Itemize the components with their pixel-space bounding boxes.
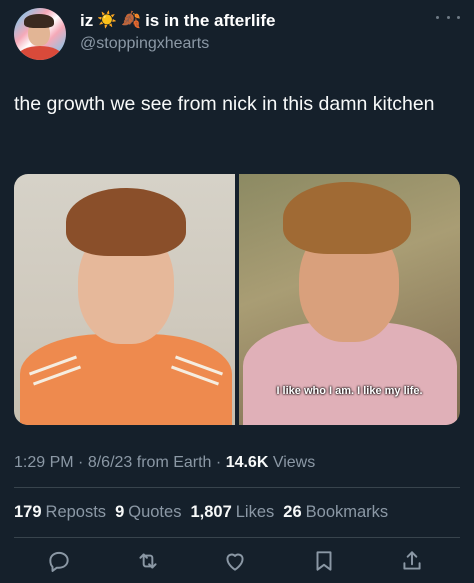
reposts-count: 179 xyxy=(14,503,42,521)
tweet-media[interactable]: I like who I am. I like my life. xyxy=(14,174,460,425)
divider xyxy=(14,487,460,488)
left-shirt xyxy=(20,334,232,425)
likes-stat[interactable]: 1,807 Likes xyxy=(190,503,274,522)
display-name-line[interactable]: iz ☀️ 🍂 is in the afterlife xyxy=(80,10,275,32)
quotes-label: Quotes xyxy=(128,503,182,521)
views-label: Views xyxy=(272,454,316,471)
bookmarks-count: 26 xyxy=(283,503,302,521)
share-icon[interactable] xyxy=(399,548,425,574)
quotes-count: 9 xyxy=(115,503,125,521)
reply-icon[interactable] xyxy=(46,548,72,574)
repost-icon[interactable] xyxy=(135,548,161,574)
bookmark-icon[interactable] xyxy=(311,548,337,574)
likes-count: 1,807 xyxy=(190,503,232,521)
display-name[interactable]: iz xyxy=(80,11,93,31)
tweet-meta: 1:29 PM · 8/6/23 from Earth · 14.6K View… xyxy=(14,454,316,471)
avatar[interactable] xyxy=(14,8,66,60)
likes-label: Likes xyxy=(235,503,275,521)
leaf-emoji: 🍂 xyxy=(121,12,142,29)
user-handle[interactable]: @stoppingxhearts xyxy=(80,35,209,53)
reposts-stat[interactable]: 179 Reposts xyxy=(14,503,106,522)
bookmarks-stat[interactable]: 26 Bookmarks xyxy=(283,503,388,522)
reposts-label: Reposts xyxy=(45,503,107,521)
media-caption: I like who I am. I like my life. xyxy=(276,385,423,397)
left-hair xyxy=(66,188,186,256)
bookmarks-label: Bookmarks xyxy=(305,503,389,521)
like-icon[interactable] xyxy=(222,548,248,574)
more-horizontal-icon[interactable] xyxy=(436,10,460,24)
engagement-stats: 179 Reposts 9 Quotes 1,807 Likes 26 Bookmark… xyxy=(14,503,388,522)
action-bar xyxy=(0,548,474,580)
quotes-stat[interactable]: 9 Quotes xyxy=(115,503,181,522)
status-text: is in the afterlife xyxy=(145,11,276,30)
avatar-shirt xyxy=(18,46,62,60)
tweet-card: iz ☀️ 🍂 is in the afterlife @stoppingxhe… xyxy=(0,0,474,583)
tweet-source: from Earth xyxy=(136,454,212,471)
avatar-hair xyxy=(24,14,54,28)
divider xyxy=(14,537,460,538)
tweet-date[interactable]: 8/6/23 xyxy=(88,454,132,471)
tweet-time[interactable]: 1:29 PM xyxy=(14,454,74,471)
media-image-left[interactable] xyxy=(14,174,235,425)
views-count: 14.6K xyxy=(225,454,269,471)
tweet-text: the growth we see from nick in this damn… xyxy=(14,93,435,115)
right-hair xyxy=(283,182,411,254)
sun-emoji: ☀️ xyxy=(97,12,118,29)
media-image-right[interactable]: I like who I am. I like my life. xyxy=(239,174,460,425)
